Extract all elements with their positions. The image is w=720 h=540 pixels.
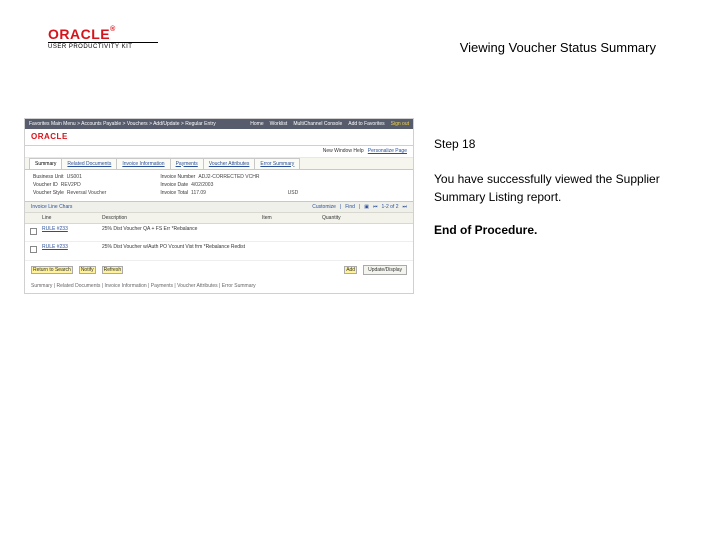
training-slide: ORACLE® USER PRODUCTIVITY KIT Viewing Vo… (0, 0, 720, 540)
refresh-button: Refresh (102, 266, 124, 274)
last-icon: ⏭ (402, 204, 407, 210)
nav-signout: Sign out (391, 121, 409, 127)
tab-payments: Payments (170, 158, 204, 169)
step-label: Step 18 (434, 136, 674, 153)
invoice-line-grid: Line Description Item Quantity RULE #233… (25, 213, 413, 261)
app-footer-links: Summary | Related Documents | Invoice In… (25, 279, 413, 293)
first-icon: ⏮ (373, 204, 378, 210)
tab-voucher-attributes: Voucher Attributes (203, 158, 256, 169)
personalize-page-link: Personalize Page (368, 148, 407, 154)
app-topbar: Favorites Main Menu > Accounts Payable >… (25, 119, 413, 129)
oracle-wordmark: ORACLE® (48, 26, 158, 42)
oracle-upk-logo: ORACLE® USER PRODUCTIVITY KIT (48, 26, 158, 50)
app-screenshot: Favorites Main Menu > Accounts Payable >… (24, 118, 414, 294)
instruction-text: You have successfully viewed the Supplie… (434, 171, 674, 206)
app-buttons-row: Return to Search Notify Refresh Add Upda… (25, 261, 413, 279)
page-title: Viewing Voucher Status Summary (460, 40, 656, 55)
slide-header: ORACLE® USER PRODUCTIVITY KIT Viewing Vo… (24, 18, 696, 58)
tab-invoice-information: Invoice Information (116, 158, 170, 169)
view-all-icon: ▣ (364, 204, 369, 210)
slide-content: Favorites Main Menu > Accounts Payable >… (24, 118, 696, 516)
nav-worklist: Worklist (270, 121, 288, 127)
tab-related-documents: Related Documents (61, 158, 117, 169)
grid-row: RULE #233 25% Dist Voucher QA + FS Err *… (25, 224, 413, 242)
tab-summary: Summary (29, 158, 62, 169)
return-to-search-button: Return to Search (31, 266, 73, 274)
add-button: Add (344, 266, 357, 274)
grid-controls: Customize | Find | ▣ ⏮ 1-2 of 2 ⏭ (312, 204, 407, 210)
nav-multichannel: MultiChannel Console (293, 121, 342, 127)
notify-button: Notify (79, 266, 96, 274)
invoice-line-chars-header: Invoice Line Chars Customize | Find | ▣ … (25, 202, 413, 213)
app-logo-row: ORACLE (25, 129, 413, 146)
upk-subtitle: USER PRODUCTIVITY KIT (48, 42, 158, 50)
app-tabs: Summary Related Documents Invoice Inform… (25, 158, 413, 170)
voucher-header-form: Business Unit US001 Invoice Number ADJ2-… (25, 170, 413, 202)
nav-addfav: Add to Favorites (348, 121, 384, 127)
grid-row: RULE #233 25% Dist Voucher w/Auth PO Vco… (25, 242, 413, 260)
nav-home: Home (250, 121, 263, 127)
breadcrumb: Favorites Main Menu > Accounts Payable >… (29, 121, 216, 127)
app-subheader: New Window Help Personalize Page (25, 146, 413, 157)
row-checkbox (30, 228, 37, 235)
oracle-wordmark-mini: ORACLE (31, 132, 68, 142)
tab-error-summary: Error Summary (254, 158, 300, 169)
row-checkbox (30, 246, 37, 253)
update-display-button: Update/Display (363, 265, 407, 275)
instruction-panel: Step 18 You have successfully viewed the… (434, 118, 674, 240)
end-of-procedure: End of Procedure. (434, 222, 674, 239)
